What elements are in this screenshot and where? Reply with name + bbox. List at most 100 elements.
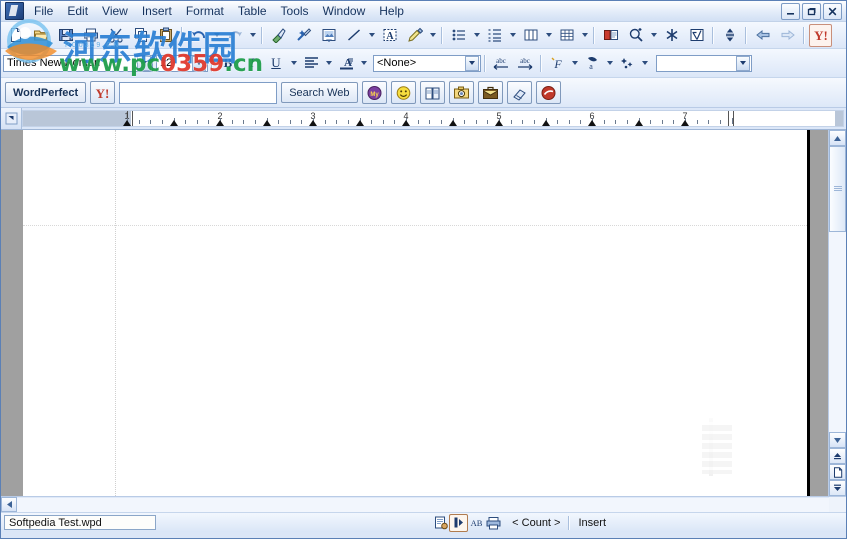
font-name-dropdown-icon[interactable] <box>137 55 151 71</box>
left-arrow-icon[interactable] <box>751 24 774 47</box>
outline-combo[interactable] <box>656 54 752 72</box>
ruler-tab-stop[interactable] <box>495 120 503 126</box>
menu-item-help[interactable]: Help <box>372 2 411 20</box>
vertical-scrollbar[interactable] <box>828 130 846 496</box>
floppy-disk-icon[interactable] <box>54 24 77 47</box>
clipboard-icon[interactable] <box>154 24 177 47</box>
undo-dropdown-arrow-icon[interactable] <box>211 25 222 46</box>
printer-icon[interactable] <box>79 24 102 47</box>
wordperfect-brand-button[interactable]: WordPerfect <box>5 82 87 103</box>
underline-dropdown-arrow-icon[interactable] <box>288 53 299 74</box>
symbols-dropdown-arrow-icon[interactable] <box>639 53 650 74</box>
menu-item-table[interactable]: Table <box>231 2 274 20</box>
updown-arrows-icon[interactable] <box>718 24 741 47</box>
vertical-scroll-thumb[interactable] <box>829 146 846 232</box>
quickfonts-button[interactable]: F <box>546 52 568 74</box>
search-input[interactable] <box>119 81 278 104</box>
text-box-icon[interactable]: A <box>378 24 401 47</box>
font-size-dropdown-icon[interactable] <box>192 55 206 71</box>
ruler-tab-stop[interactable] <box>541 120 550 126</box>
line-icon[interactable] <box>342 24 365 47</box>
right-arrow-icon[interactable] <box>776 24 799 47</box>
restore-button[interactable] <box>802 2 821 20</box>
magnifier-plus-icon[interactable] <box>624 24 647 47</box>
font-name-combo[interactable]: Times New Roman <box>3 54 153 72</box>
bullets-dropdown-arrow-icon[interactable] <box>471 25 482 46</box>
ruler-tab-stop[interactable] <box>402 120 410 126</box>
table-grid-icon[interactable] <box>555 24 578 47</box>
yahoo-y-icon[interactable]: Y! <box>809 23 832 47</box>
scissors-icon[interactable] <box>104 24 127 47</box>
underline-button[interactable]: U <box>265 52 287 74</box>
previous-paragraph-button[interactable]: abc <box>490 52 512 74</box>
picture-icon[interactable] <box>317 24 340 47</box>
redo-arrow-icon[interactable] <box>223 24 246 47</box>
style-combo[interactable]: <None> <box>373 54 481 72</box>
menu-item-file[interactable]: File <box>27 2 60 20</box>
columns-dropdown-arrow-icon[interactable] <box>543 25 554 46</box>
previous-page-button[interactable] <box>829 448 846 464</box>
asterisk-icon[interactable] <box>660 24 683 47</box>
highlighter-dropdown-arrow-icon[interactable] <box>427 25 438 46</box>
style-dropdown-icon[interactable] <box>465 55 479 71</box>
copy-icon[interactable] <box>129 24 152 47</box>
insert-mode-icon[interactable] <box>449 513 469 532</box>
undo-arrow-icon[interactable] <box>187 24 210 47</box>
menu-item-view[interactable]: View <box>95 2 135 20</box>
document-page[interactable] <box>23 130 810 496</box>
insert-mode-indicator[interactable]: Insert <box>578 517 606 529</box>
font-color-dropdown-arrow-icon[interactable] <box>358 53 369 74</box>
ruler-tab-stop[interactable] <box>216 120 224 126</box>
italic-button[interactable]: I <box>241 52 263 74</box>
zoom-dropdown-arrow-icon[interactable] <box>648 25 659 46</box>
open-book-icon[interactable] <box>599 24 622 47</box>
horizontal-scrollbar[interactable] <box>1 496 846 512</box>
scroll-down-button[interactable] <box>829 432 846 448</box>
menu-item-tools[interactable]: Tools <box>274 2 316 20</box>
filename-field[interactable]: Softpedia Test.wpd <box>4 515 156 530</box>
bulleted-list-icon[interactable] <box>447 24 470 47</box>
ruler-tab-stop[interactable] <box>588 120 596 126</box>
caps-indicator-icon[interactable]: AB <box>468 515 485 531</box>
highlight-color-button[interactable]: a <box>581 52 603 74</box>
horizontal-scroll-track[interactable] <box>17 497 829 512</box>
ruler-tab-stop[interactable] <box>309 120 317 126</box>
menu-item-format[interactable]: Format <box>179 2 231 20</box>
ruler-tab-stop[interactable] <box>448 120 457 126</box>
vertical-scroll-track[interactable] <box>829 146 846 432</box>
ruler-tab-stop[interactable] <box>681 120 689 126</box>
ruler-tab-stop[interactable] <box>355 120 364 126</box>
horizontal-ruler[interactable]: 1234567 <box>22 110 844 127</box>
ruler-tab-stop[interactable] <box>123 120 131 126</box>
minimize-button[interactable] <box>781 2 800 20</box>
open-book-icon[interactable] <box>419 81 445 104</box>
next-paragraph-button[interactable]: abc <box>514 52 536 74</box>
highlight-dropdown-arrow-icon[interactable] <box>604 53 615 74</box>
quickformat-icon[interactable] <box>292 24 315 47</box>
scroll-up-button[interactable] <box>829 130 846 146</box>
menu-item-edit[interactable]: Edit <box>60 2 95 20</box>
search-web-button[interactable]: Search Web <box>281 82 358 103</box>
redo-dropdown-arrow-icon[interactable] <box>247 25 258 46</box>
columns-icon[interactable] <box>519 24 542 47</box>
camera-icon[interactable] <box>448 81 474 104</box>
document-scroll-region[interactable] <box>1 130 828 496</box>
yahoo-y-icon[interactable]: Y! <box>90 81 116 104</box>
close-button[interactable] <box>823 2 842 20</box>
outline-dropdown-icon[interactable] <box>736 55 750 71</box>
quickfonts-dropdown-arrow-icon[interactable] <box>569 53 580 74</box>
justification-dropdown-arrow-icon[interactable] <box>323 53 334 74</box>
count-indicator[interactable]: < Count > <box>512 517 560 529</box>
briefcase-icon[interactable] <box>477 81 503 104</box>
ruler-tab-stop[interactable] <box>262 120 271 126</box>
next-page-button[interactable] <box>829 480 846 496</box>
justification-button[interactable] <box>300 52 322 74</box>
bold-button[interactable]: B <box>217 52 239 74</box>
shadow-cursor-icon[interactable] <box>432 515 449 531</box>
my-yahoo-icon[interactable]: My <box>361 81 387 104</box>
highlighter-pen-icon[interactable] <box>403 24 426 47</box>
open-folder-icon[interactable] <box>29 24 52 47</box>
line-dropdown-arrow-icon[interactable] <box>366 25 377 46</box>
table-dropdown-arrow-icon[interactable] <box>579 25 590 46</box>
menu-item-insert[interactable]: Insert <box>135 2 179 20</box>
